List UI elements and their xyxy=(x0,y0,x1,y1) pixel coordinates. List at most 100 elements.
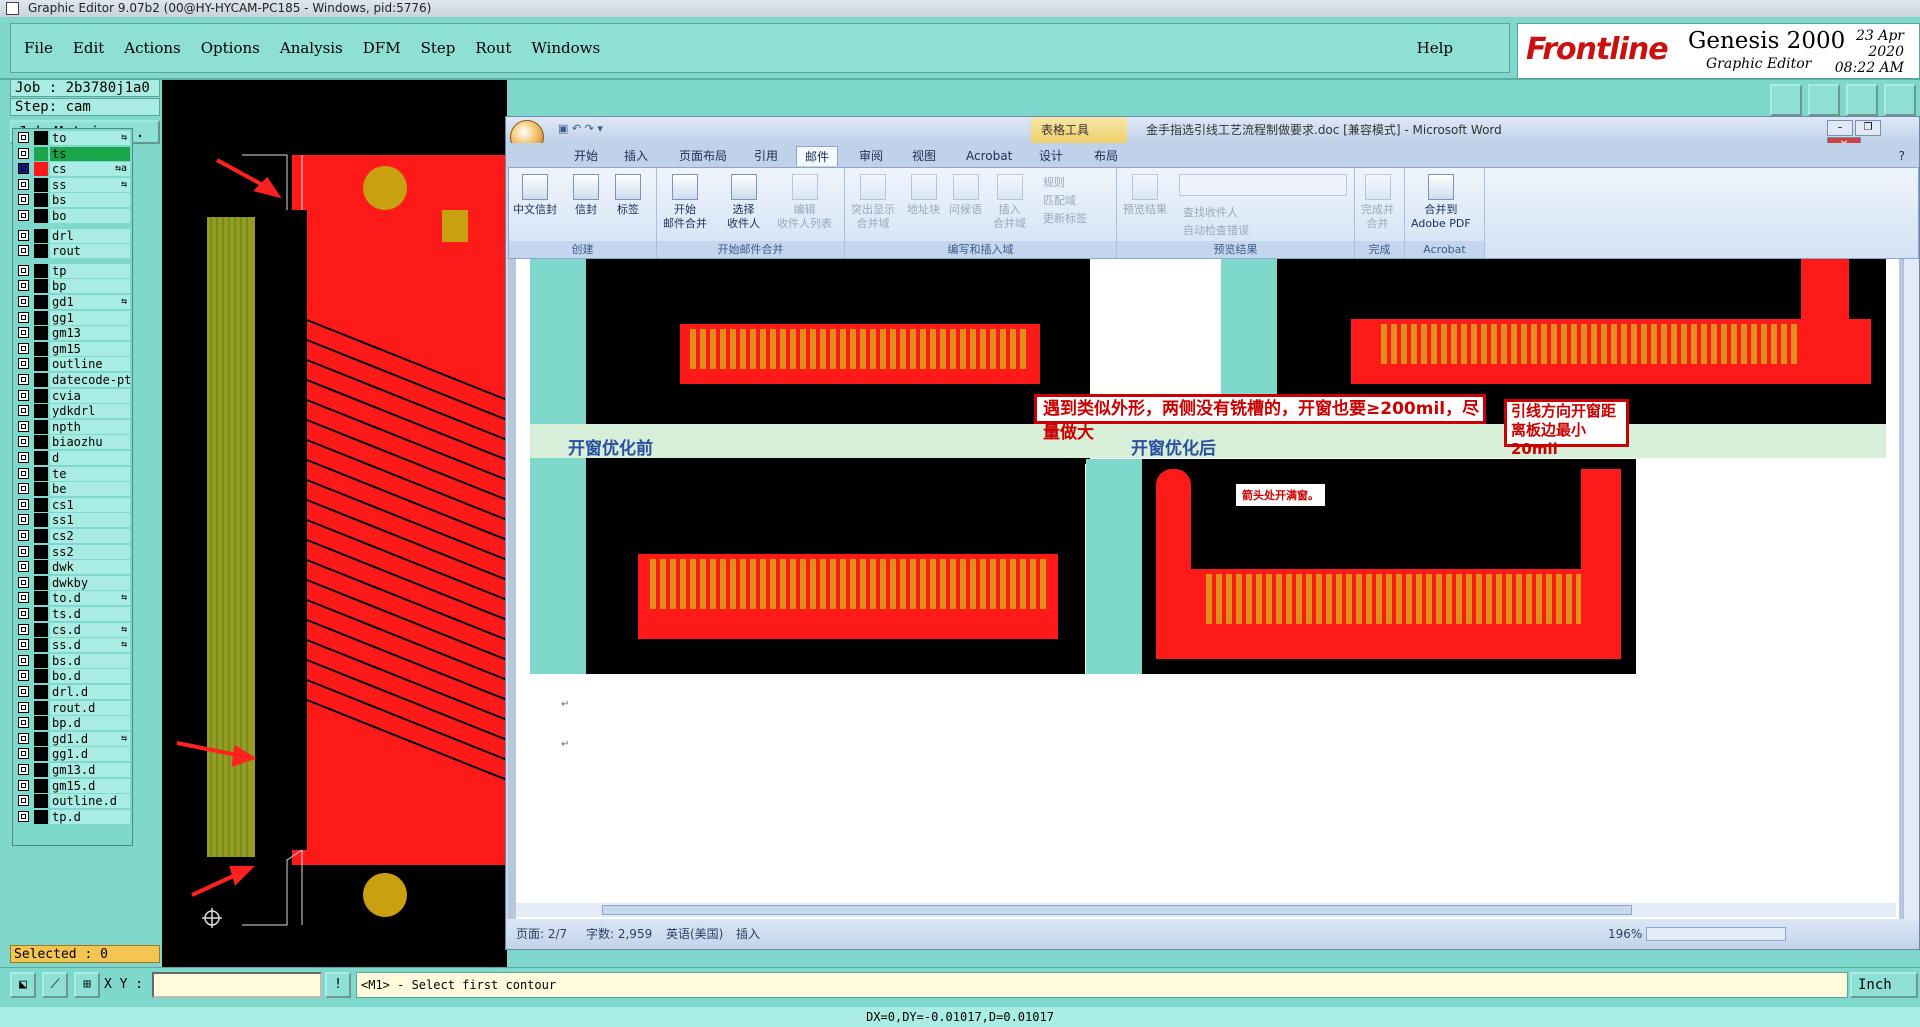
address-block-button[interactable]: 地址块 xyxy=(907,174,940,217)
layer-name[interactable]: cs ⇆a xyxy=(50,162,130,177)
layer-checkbox[interactable] xyxy=(18,147,29,159)
layer-checkbox[interactable] xyxy=(18,467,29,479)
layer-color-swatch[interactable] xyxy=(34,388,48,403)
layer-color-swatch[interactable] xyxy=(34,497,48,512)
start-mail-merge-button[interactable]: 开始 邮件合并 xyxy=(663,174,707,231)
snap-icon[interactable]: ⬕ xyxy=(10,972,36,998)
layer-name[interactable]: gm15 xyxy=(50,341,130,356)
minimize-icon[interactable]: – xyxy=(1827,120,1853,136)
zoom-slider[interactable] xyxy=(1646,927,1786,941)
layer-row[interactable]: gm15.d xyxy=(15,778,131,793)
layer-row[interactable]: cs2 xyxy=(15,529,131,543)
layer-name[interactable]: outline xyxy=(50,357,130,372)
layer-name[interactable]: cvia xyxy=(50,388,130,403)
page-indicator[interactable]: 页面: 2/7 xyxy=(516,919,567,949)
layer-row[interactable]: bo xyxy=(15,209,131,223)
layer-color-swatch[interactable] xyxy=(34,435,48,450)
home-icon[interactable] xyxy=(1846,84,1878,116)
tab-layout[interactable]: 页面布局 xyxy=(671,146,735,166)
language[interactable]: 英语(美国) xyxy=(666,919,723,949)
menu-dfm[interactable]: DFM xyxy=(363,39,401,57)
tab-view[interactable]: 视图 xyxy=(904,146,944,166)
layer-checkbox[interactable] xyxy=(18,178,29,190)
layer-name[interactable]: bs xyxy=(50,193,130,208)
layer-color-swatch[interactable] xyxy=(34,685,48,699)
layer-row[interactable]: gd1 ⇆ xyxy=(15,295,131,309)
layer-row[interactable]: ss1 xyxy=(15,513,131,528)
layer-color-swatch[interactable] xyxy=(34,466,48,481)
layer-name[interactable]: ss ⇆ xyxy=(50,177,130,192)
tab-table-layout[interactable]: 布局 xyxy=(1086,146,1126,166)
layer-row[interactable]: biaozhu xyxy=(15,435,131,450)
menu-file[interactable]: File xyxy=(24,39,53,57)
layer-checkbox[interactable] xyxy=(18,436,29,448)
layer-color-swatch[interactable] xyxy=(34,731,48,746)
layer-row[interactable]: dwk xyxy=(15,560,131,575)
layer-checkbox[interactable] xyxy=(18,717,29,729)
layer-row[interactable]: drl xyxy=(15,228,131,243)
match-fields-button[interactable]: 匹配域 xyxy=(1043,192,1076,208)
layer-name[interactable]: tp xyxy=(50,263,130,278)
layer-row[interactable]: gg1 xyxy=(15,310,131,325)
layer-checkbox[interactable] xyxy=(18,608,29,619)
layer-color-swatch[interactable] xyxy=(34,544,48,559)
layer-color-swatch[interactable] xyxy=(34,669,48,684)
layer-row[interactable]: ss.d ⇆ xyxy=(15,638,131,653)
layer-checkbox[interactable] xyxy=(18,327,29,339)
layer-checkbox[interactable] xyxy=(18,229,29,241)
layer-checkbox[interactable] xyxy=(18,810,29,822)
layer-name[interactable]: ts.d xyxy=(50,607,130,621)
layer-name[interactable]: rout xyxy=(50,244,130,259)
greeting-line-button[interactable]: 问候语 xyxy=(949,174,982,217)
layer-checkbox[interactable] xyxy=(18,592,29,604)
layer-name[interactable]: tp.d xyxy=(50,809,130,824)
layer-name[interactable]: gd1.d ⇆ xyxy=(50,731,130,746)
layer-row[interactable]: ts xyxy=(15,146,131,161)
word-count[interactable]: 字数: 2,959 xyxy=(586,919,652,949)
layer-color-swatch[interactable] xyxy=(34,591,48,606)
menu-windows[interactable]: Windows xyxy=(531,39,600,57)
layer-color-swatch[interactable] xyxy=(34,451,48,465)
record-navigator[interactable] xyxy=(1179,174,1347,196)
layer-color-swatch[interactable] xyxy=(34,809,48,824)
layer-name[interactable]: dwkby xyxy=(50,575,130,590)
layer-color-swatch[interactable] xyxy=(34,560,48,575)
layer-row[interactable]: ydkdrl xyxy=(15,404,131,419)
layer-row[interactable]: cs1 xyxy=(15,497,131,512)
layer-row[interactable]: gm13 xyxy=(15,326,131,341)
layer-row[interactable]: cs ⇆a xyxy=(15,162,131,177)
layer-row[interactable]: ss2 xyxy=(15,544,131,559)
layer-checkbox[interactable] xyxy=(18,264,29,276)
layer-row[interactable]: npth xyxy=(15,419,131,434)
layer-row[interactable]: to ⇆ xyxy=(15,131,131,145)
layer-color-swatch[interactable] xyxy=(34,357,48,372)
layer-checkbox[interactable] xyxy=(18,561,29,573)
layer-name[interactable]: drl.d xyxy=(50,685,130,699)
layer-row[interactable]: d xyxy=(15,451,131,465)
tab-references[interactable]: 引用 xyxy=(746,146,786,166)
layer-checkbox[interactable] xyxy=(18,405,29,417)
layer-name[interactable]: ss1 xyxy=(50,513,130,528)
menu-help[interactable]: Help xyxy=(1417,39,1453,57)
layer-color-swatch[interactable] xyxy=(34,419,48,434)
layer-color-swatch[interactable] xyxy=(34,177,48,192)
layer-checkbox[interactable] xyxy=(18,748,29,760)
layer-color-swatch[interactable] xyxy=(34,193,48,208)
finish-merge-button[interactable]: 完成并 合并 xyxy=(1361,174,1394,231)
layer-name[interactable]: drl xyxy=(50,228,130,243)
layer-name[interactable]: rout.d xyxy=(50,700,130,715)
layer-name[interactable]: cs2 xyxy=(50,529,130,543)
layer-name[interactable]: bp xyxy=(50,279,130,294)
layer-name[interactable]: cs.d ⇆ xyxy=(50,622,130,637)
layer-name[interactable]: bo xyxy=(50,209,130,223)
layer-color-swatch[interactable] xyxy=(34,209,48,223)
highlight-fields-button[interactable]: 突出显示 合并域 xyxy=(851,174,895,231)
prompt-info-button[interactable]: ! xyxy=(325,972,351,998)
merge-to-pdf-button[interactable]: 合并到 Adobe PDF xyxy=(1411,174,1471,231)
layer-row[interactable]: bo.d xyxy=(15,669,131,684)
layer-checkbox[interactable] xyxy=(18,639,29,651)
envelope-button[interactable]: 信封 xyxy=(573,174,599,217)
layer-color-swatch[interactable] xyxy=(34,529,48,543)
layer-color-swatch[interactable] xyxy=(34,622,48,637)
layer-color-swatch[interactable] xyxy=(34,607,48,621)
